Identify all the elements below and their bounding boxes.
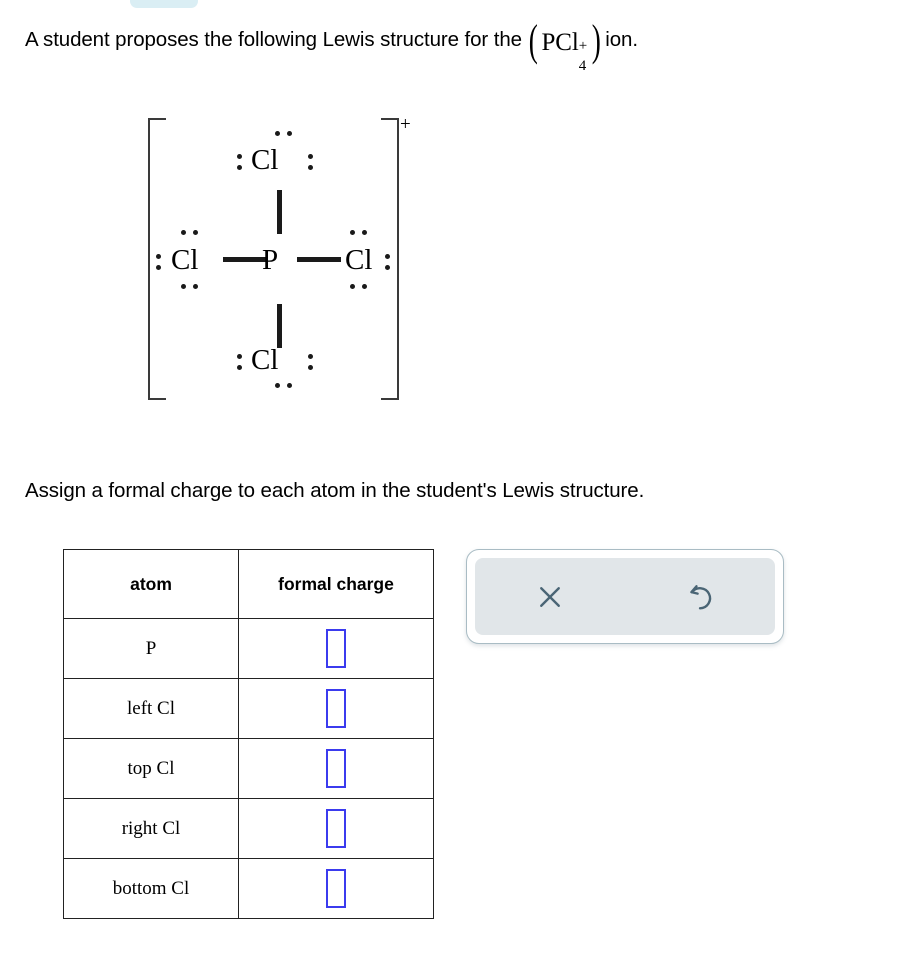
table-row: left Cl [63,678,434,739]
dot [385,265,390,270]
formal-charge-input-p[interactable] [326,629,346,668]
top-cl-lone-pair-left [237,154,242,170]
atom-label-top-cl: Cl [251,144,279,176]
table-row: right Cl [63,798,434,859]
question-prompt-line-1: A student proposes the following Lewis s… [25,19,638,75]
atom-label-cell: right Cl [63,798,239,859]
prompt-text-before: A student proposes the following Lewis s… [25,28,522,51]
atom-label-right-cl: Cl [345,244,373,276]
dot [287,131,292,136]
formal-charge-input-top-cl[interactable] [326,749,346,788]
right-cl-lone-pair-right [385,254,390,270]
reset-answer-button[interactable] [625,558,775,635]
dot [193,284,198,289]
left-cl-lone-pair-above [181,230,198,235]
top-highlight-pill [130,0,198,8]
dot [362,284,367,289]
dot [237,165,242,170]
clear-answer-button[interactable] [475,558,625,635]
answer-tool-panel [466,549,784,644]
dot [385,254,390,259]
bond-left-cl-to-p [223,257,267,262]
ion-charge-superscript: + [400,114,411,135]
dot [362,230,367,235]
dot [287,383,292,388]
formula-subscript: 4 [578,58,587,74]
bottom-cl-lone-pair-below [275,383,292,388]
dot [193,230,198,235]
formal-charge-cell [238,618,434,679]
atom-label-cell: top Cl [63,738,239,799]
answer-tool-panel-inner [475,558,775,635]
dot [308,154,313,159]
atom-label-cell: P [63,618,239,679]
dot [156,265,161,270]
column-header-atom: atom [63,549,239,619]
dot [275,131,280,136]
formula-superscript: + [578,38,588,54]
right-cl-lone-pair-below [350,284,367,289]
bond-p-to-bottom-cl [277,304,282,348]
dot [308,354,313,359]
prompt-text-after: ion. [605,28,638,51]
bond-p-to-right-cl [297,257,341,262]
formal-charge-table: atom formal charge P left Cl top Cl righ… [63,549,434,919]
atom-label-phosphorus: P [262,244,279,276]
right-cl-lone-pair-above [350,230,367,235]
formal-charge-input-right-cl[interactable] [326,809,346,848]
atom-label-cell: left Cl [63,678,239,739]
formal-charge-cell [238,858,434,919]
dot [237,154,242,159]
question-prompt-line-2: Assign a formal charge to each atom in t… [25,479,645,502]
top-cl-lone-pair-above [275,131,292,136]
dot [181,230,186,235]
table-row: top Cl [63,738,434,799]
bottom-cl-lone-pair-right [308,354,313,370]
table-row: bottom Cl [63,858,434,919]
dot [156,254,161,259]
atom-label-left-cl: Cl [171,244,199,276]
dot [275,383,280,388]
dot [350,230,355,235]
atom-label-cell: bottom Cl [63,858,239,919]
formal-charge-cell [238,798,434,859]
left-cl-lone-pair-below [181,284,198,289]
formal-charge-input-bottom-cl[interactable] [326,869,346,908]
table-header-row: atom formal charge [63,549,434,619]
left-cl-lone-pair-left [156,254,161,270]
formal-charge-cell [238,738,434,799]
reset-undo-icon [690,584,712,609]
dot [350,284,355,289]
dot [181,284,186,289]
formula-base: PCl [541,29,579,56]
formal-charge-cell [238,678,434,739]
table-row: P [63,618,434,679]
dot [308,165,313,170]
top-cl-lone-pair-right [308,154,313,170]
dot [237,354,242,359]
lewis-structure-diagram: + Cl Cl P Cl Cl [145,114,425,403]
formal-charge-input-left-cl[interactable] [326,689,346,728]
atom-label-bottom-cl: Cl [251,344,279,376]
close-x-icon [540,586,560,607]
ion-formula: (PCl +4) [526,19,603,75]
column-header-formal-charge: formal charge [238,549,434,619]
bracket-right-icon [381,118,399,400]
formula-core: PCl +4 [541,27,589,74]
dot [237,365,242,370]
bond-p-to-top-cl [277,190,282,234]
dot [308,365,313,370]
bottom-cl-lone-pair-left [237,354,242,370]
